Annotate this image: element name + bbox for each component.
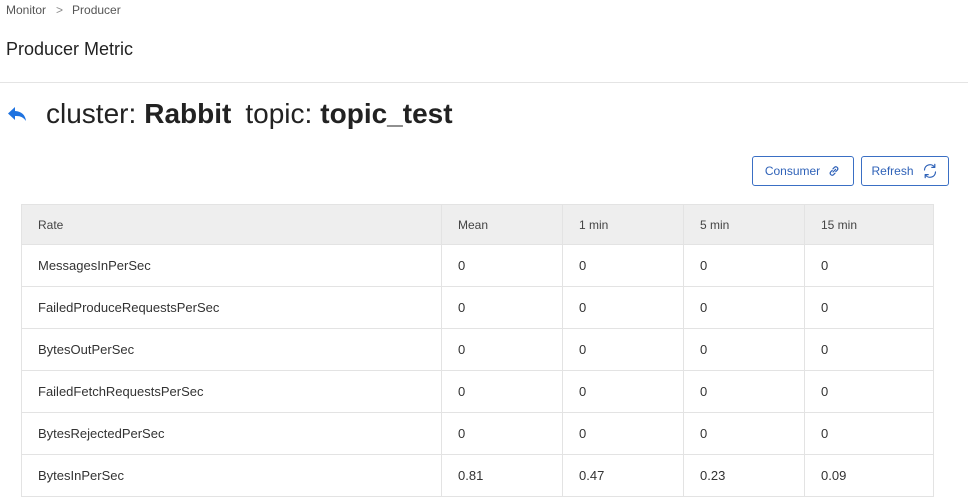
producer-metric-page: Monitor > Producer Producer Metric clust… xyxy=(0,0,968,498)
one-min-cell: 0 xyxy=(562,412,684,455)
topic-label: topic: xyxy=(245,98,313,129)
fifteen-min-cell: 0 xyxy=(804,286,934,329)
column-header-mean: Mean xyxy=(441,204,563,245)
one-min-cell: 0 xyxy=(562,286,684,329)
one-min-cell: 0 xyxy=(562,328,684,371)
breadcrumb-item-monitor[interactable]: Monitor xyxy=(6,3,46,17)
fifteen-min-cell: 0 xyxy=(804,370,934,413)
cluster-label: cluster: xyxy=(46,98,137,129)
rate-name-cell: BytesOutPerSec xyxy=(21,328,442,371)
rate-name-cell: FailedFetchRequestsPerSec xyxy=(21,370,442,413)
page-title: Producer Metric xyxy=(6,39,134,59)
table-row: BytesRejectedPerSec 0 0 0 0 xyxy=(21,412,934,455)
fifteen-min-cell: 0 xyxy=(804,244,934,287)
one-min-cell: 0 xyxy=(562,370,684,413)
consumer-button-label: Consumer xyxy=(764,164,821,178)
column-header-rate: Rate xyxy=(21,204,442,245)
header-divider xyxy=(0,82,968,83)
mean-cell: 0 xyxy=(441,412,563,455)
rate-name-cell: BytesRejectedPerSec xyxy=(21,412,442,455)
mean-cell: 0 xyxy=(441,286,563,329)
column-header-15-min: 15 min xyxy=(804,204,934,245)
fifteen-min-cell: 0.09 xyxy=(804,454,934,497)
five-min-cell: 0 xyxy=(683,286,805,329)
table-row: FailedFetchRequestsPerSec 0 0 0 0 xyxy=(21,370,934,413)
column-header-1-min: 1 min xyxy=(562,204,684,245)
five-min-cell: 0 xyxy=(683,412,805,455)
link-icon xyxy=(827,164,841,178)
fifteen-min-cell: 0 xyxy=(804,328,934,371)
five-min-cell: 0 xyxy=(683,244,805,287)
table-header-row: Rate Mean 1 min 5 min 15 min xyxy=(21,204,934,245)
mean-cell: 0.81 xyxy=(441,454,563,497)
table-row: MessagesInPerSec 0 0 0 0 xyxy=(21,244,934,287)
cluster-topic-heading: cluster: Rabbit topic: topic_test xyxy=(6,96,453,132)
refresh-icon xyxy=(921,162,939,180)
rate-name-cell: MessagesInPerSec xyxy=(21,244,442,287)
breadcrumb-separator: > xyxy=(56,3,64,17)
refresh-button[interactable]: Refresh xyxy=(861,156,949,186)
mean-cell: 0 xyxy=(441,370,563,413)
five-min-cell: 0 xyxy=(683,370,805,413)
rate-name-cell: BytesInPerSec xyxy=(21,454,442,497)
one-min-cell: 0.47 xyxy=(562,454,684,497)
mean-cell: 0 xyxy=(441,244,563,287)
fifteen-min-cell: 0 xyxy=(804,412,934,455)
metrics-table: Rate Mean 1 min 5 min 15 min MessagesInP… xyxy=(21,204,934,497)
breadcrumb-item-producer: Producer xyxy=(72,3,121,17)
consumer-button[interactable]: Consumer xyxy=(752,156,854,186)
table-row: FailedProduceRequestsPerSec 0 0 0 0 xyxy=(21,286,934,329)
refresh-button-label: Refresh xyxy=(871,164,914,178)
topic-name: topic_test xyxy=(320,98,453,129)
table-row: BytesInPerSec 0.81 0.47 0.23 0.09 xyxy=(21,454,934,497)
mean-cell: 0 xyxy=(441,328,563,371)
back-arrow-icon[interactable] xyxy=(6,103,28,125)
table-row: BytesOutPerSec 0 0 0 0 xyxy=(21,328,934,371)
five-min-cell: 0.23 xyxy=(683,454,805,497)
cluster-name: Rabbit xyxy=(144,98,232,129)
breadcrumb: Monitor > Producer xyxy=(6,3,121,17)
column-header-5-min: 5 min xyxy=(683,204,805,245)
five-min-cell: 0 xyxy=(683,328,805,371)
one-min-cell: 0 xyxy=(562,244,684,287)
rate-name-cell: FailedProduceRequestsPerSec xyxy=(21,286,442,329)
